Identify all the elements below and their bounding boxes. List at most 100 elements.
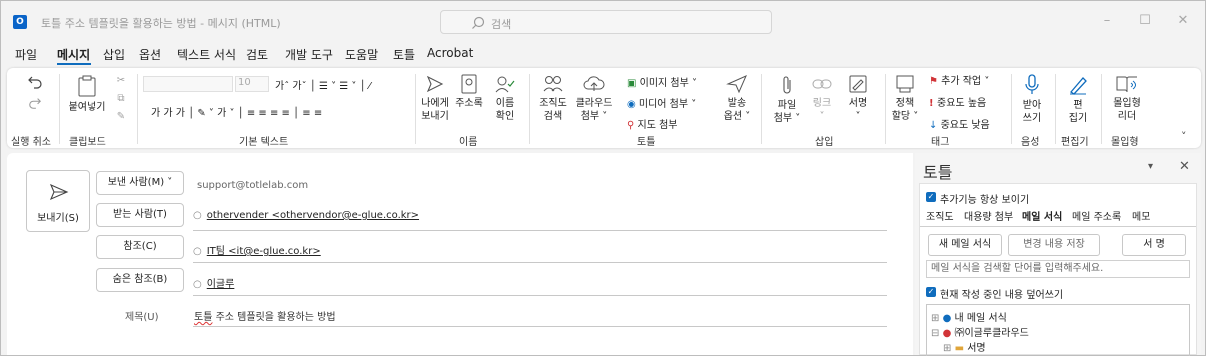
ribbon: 실행 취소 붙여넣기 ✂ ⧉ ✎ 클립보드 10 가ˆ 가ˇ │ ☰ ˅ ☰ ˅… [7,68,1201,148]
tree-item-my-templates[interactable]: ⊞ ● 내 메일 서식 [931,309,1007,324]
group-label-names: 이름 [459,137,478,148]
to-field-underline [193,230,887,231]
follow-up-button[interactable]: ⚑ 추가 작업 ˅ [929,72,989,87]
search-input[interactable]: 검색 [440,10,772,34]
map-attach-button[interactable]: ⚲ 지도 첨부 [627,116,678,131]
cc-recipient[interactable]: IT팀 <it@e-glue.co.kr> [207,246,321,257]
address-book-button[interactable]: 주소록 [453,74,485,110]
template-search-input[interactable]: 메일 서식을 검색할 단어를 입력해주세요. [926,260,1190,278]
save-changes-button[interactable]: 변경 내용 저장 [1008,234,1100,256]
check-names-icon [495,76,515,93]
cc-field[interactable]: ○ IT팀 <it@e-glue.co.kr> [193,242,321,257]
copy-icon[interactable]: ⧉ [113,92,129,105]
low-importance-label: 중요도 낮음 [940,120,990,131]
send-to-me-button[interactable]: 나에게 보내기 [419,74,451,123]
font-format-tools-2[interactable]: 가 가 가 │ ✎ ˅ 가 ˅ │ ≡ ≡ ≡ ≡ │ ≡ ≡ [151,104,322,119]
tab-text-format[interactable]: 텍스트 서식 [177,46,236,63]
tree-item-company[interactable]: ⊟ ● ㈜이글루클라우드 [931,324,1029,339]
pane-tab-large-attach[interactable]: 대용량 첨부 [964,208,1013,223]
active-tab-indicator [57,63,91,65]
pane-title: 토틀 [923,163,953,182]
tab-developer[interactable]: 개발 도구 [285,46,333,63]
group-separator [885,74,886,144]
redo-button[interactable] [23,96,47,113]
subject-field[interactable]: 토틀 주소 템플릿을 활용하는 방법 [194,308,336,323]
send-options-label-1: 발송 [727,98,747,109]
overwrite-checkbox[interactable]: ✓ [926,287,936,297]
group-separator [415,74,416,144]
to-field[interactable]: ○ othervender <othervendor@e-glue.co.kr> [193,210,419,221]
new-template-button[interactable]: 새 메일 서식 [928,234,1002,256]
pane-tab-memo[interactable]: 메모 [1132,208,1150,223]
send-label: 보내기(S) [37,213,79,224]
signature-tab-button[interactable]: 서 명 [1122,234,1186,256]
link-button[interactable]: 링크 ˅ [807,74,837,123]
pane-close-button[interactable]: ✕ [1179,159,1190,174]
cloud-attach-label-1: 클라우드 [575,98,613,109]
pane-body: ✓ 추가기능 항상 보이기 조직도 대용량 첨부 메일 서식 메일 주소록 메모… [919,183,1197,356]
pane-tab-mail-address-book[interactable]: 메일 주소록 [1072,208,1121,223]
group-label-basic-text: 기본 텍스트 [239,137,289,148]
bcc-field[interactable]: ○ 이글루 [193,275,234,290]
attach-file-button[interactable]: 파일 첨부 ˅ [771,74,803,125]
cut-icon[interactable]: ✂ [113,74,129,87]
to-recipient[interactable]: othervender <othervendor@e-glue.co.kr> [207,210,419,221]
tab-totle[interactable]: 토틀 [393,46,415,63]
high-importance-button[interactable]: ! 중요도 높음 [929,94,986,109]
always-show-checkbox[interactable]: ✓ [926,192,936,202]
send-options-button[interactable]: 발송 옵션 ˅ [719,74,755,123]
tree-item-signature[interactable]: ⊞ ▬ 서명 [943,339,986,354]
immersive-reader-button[interactable]: 몰입형 리더 [1107,74,1147,123]
from-button[interactable]: 보낸 사람(M) ˅ [96,171,184,195]
format-painter-icon[interactable]: ✎ [113,110,129,123]
from-address: support@totlelab.com [197,180,309,191]
undo-button[interactable] [23,74,47,93]
dictate-button[interactable]: 받아 쓰기 [1015,74,1049,125]
group-label-insert: 삽입 [815,137,834,148]
close-button[interactable]: ✕ [1173,11,1193,31]
link-label-1: 링크 [812,98,832,109]
editor-label-1: 편 [1073,100,1083,111]
font-name-select[interactable] [143,76,233,92]
cloud-attach-button[interactable]: 클라우드 첨부 ˅ [575,74,613,123]
collapse-ribbon-icon[interactable]: ˅ [1181,130,1187,143]
send-button[interactable]: 보내기(S) [26,170,90,232]
immersive-reader-label-2: 리더 [1117,111,1137,122]
font-format-tools-1[interactable]: 가ˆ 가ˇ │ ☰ ˅ ☰ ˅ │ ⁄ [275,77,370,92]
image-attach-button[interactable]: ▣ 이미지 첨부 ˅ [627,74,697,89]
font-size-select[interactable]: 10 [235,76,269,92]
cc-button[interactable]: 참조(C) [96,235,184,259]
tab-insert[interactable]: 삽입 [103,46,125,63]
signature-button[interactable]: 서명 ˅ [843,74,873,123]
policy-icon [896,75,914,93]
tab-message[interactable]: 메시지 [57,46,90,63]
pane-tab-org-chart[interactable]: 조직도 [926,208,954,223]
tab-review[interactable]: 검토 [246,46,268,63]
tab-acrobat[interactable]: Acrobat [427,46,473,60]
search-placeholder: 검색 [491,18,512,31]
minimize-button[interactable]: – [1097,11,1117,31]
paste-button[interactable]: 붙여넣기 [65,74,109,114]
cloud-attach-label-2: 첨부 ˅ [580,111,608,122]
maximize-button[interactable]: ☐ [1135,11,1155,31]
check-names-button[interactable]: 이름 확인 [489,74,521,123]
bcc-recipient[interactable]: 이글루 [207,279,235,290]
user-icon: ● [942,313,955,324]
editor-button[interactable]: 편 집기 [1061,74,1095,125]
dictate-label-1: 받아 [1022,100,1042,111]
tab-options[interactable]: 옵션 [139,46,161,63]
org-chart-search-button[interactable]: 조직도 검색 [535,74,571,123]
media-attach-button[interactable]: ◉ 미디어 첨부 ˅ [627,95,696,110]
tab-file[interactable]: 파일 [15,46,37,63]
image-attach-label: 이미지 첨부 ˅ [639,78,697,89]
subject-label: 제목(U) [125,312,159,323]
bcc-button[interactable]: 숨은 참조(B) [96,268,184,292]
to-button[interactable]: 받는 사람(T) [96,203,184,227]
group-separator [59,74,60,144]
group-label-tags: 태그 [931,137,950,148]
pane-options-button[interactable]: ▾ [1148,161,1153,172]
tab-help[interactable]: 도움말 [345,46,378,63]
low-importance-button[interactable]: ↓ 중요도 낮음 [929,116,990,131]
policy-button[interactable]: 정책 할당 ˅ [889,74,921,123]
pane-tab-mail-template[interactable]: 메일 서식 [1022,208,1062,223]
